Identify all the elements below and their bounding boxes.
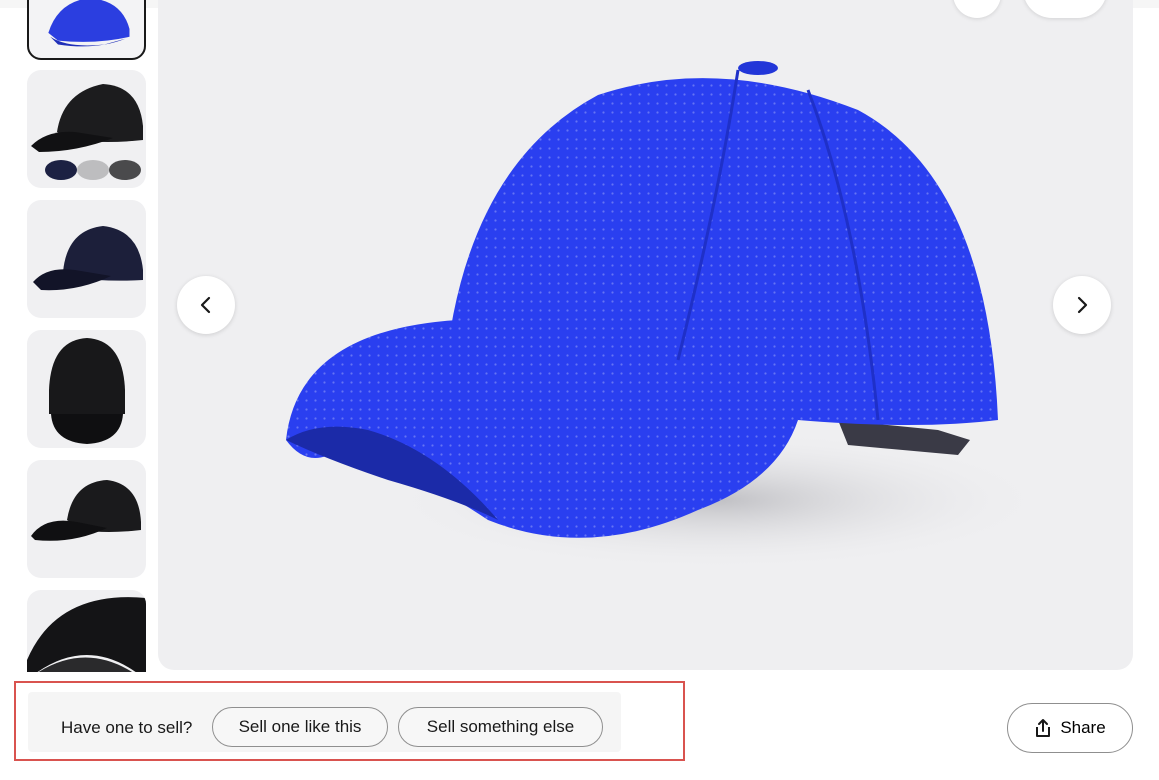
share-button[interactable]: Share (1007, 703, 1133, 753)
thumbnail-strip (0, 0, 160, 672)
sell-highlight-box: Have one to sell? Sell one like this Sel… (14, 681, 685, 761)
blue-mesh-baseball-cap (286, 61, 1048, 570)
chevron-right-icon (1077, 296, 1088, 314)
next-image-button[interactable] (1053, 276, 1111, 334)
sell-something-else-button[interactable]: Sell something else (398, 707, 603, 747)
thumbnail-black-cap-brim[interactable] (27, 590, 146, 672)
thumbnail-black-cap-side[interactable] (27, 460, 146, 578)
main-product-image[interactable] (158, 0, 1133, 670)
sell-one-like-this-button[interactable]: Sell one like this (212, 707, 388, 747)
thumbnail-blue-cap[interactable] (27, 0, 146, 60)
thumbnail-navy-cap[interactable] (27, 200, 146, 318)
previous-image-button[interactable] (177, 276, 235, 334)
sell-prompt-panel: Have one to sell? Sell one like this Sel… (28, 692, 621, 752)
share-label: Share (1060, 718, 1106, 737)
share-icon (1036, 719, 1051, 737)
thumbnail-black-cap-front[interactable] (27, 330, 146, 448)
sell-prompt-label: Have one to sell? (61, 718, 193, 737)
chevron-left-icon (200, 296, 211, 314)
thumbnail-black-cap-colors[interactable] (27, 70, 146, 188)
